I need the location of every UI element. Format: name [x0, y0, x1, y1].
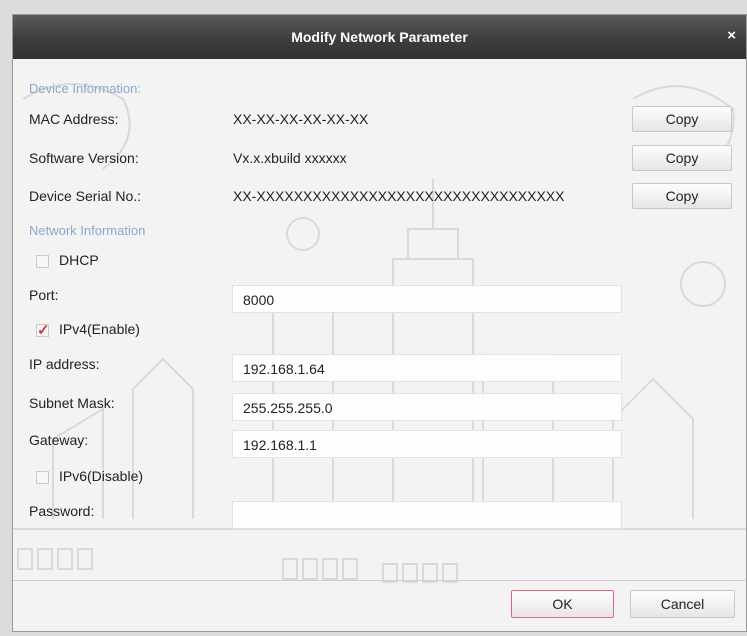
mac-address-label: MAC Address:: [29, 111, 119, 127]
modify-network-dialog: Modify Network Parameter × Device Inform…: [12, 14, 747, 632]
close-icon[interactable]: ×: [727, 27, 736, 44]
ip-address-label: IP address:: [29, 356, 100, 372]
device-serial-value: XX-XXXXXXXXXXXXXXXXXXXXXXXXXXXXXXXXX: [233, 188, 565, 204]
software-version-label: Software Version:: [29, 150, 139, 166]
port-input[interactable]: 8000: [232, 285, 622, 313]
mac-address-value: XX-XX-XX-XX-XX-XX: [233, 111, 369, 127]
password-input[interactable]: [232, 501, 622, 529]
network-info-section-label: Network Information: [29, 223, 146, 238]
ok-button[interactable]: OK: [511, 590, 614, 618]
gateway-input[interactable]: 192.168.1.1: [232, 430, 622, 458]
dhcp-checkbox[interactable]: [36, 255, 49, 268]
ipv6-disable-label: IPv6(Disable): [59, 468, 144, 484]
password-label: Password:: [29, 503, 95, 519]
device-info-section-label: Device Information:: [29, 81, 141, 96]
subnet-mask-label: Subnet Mask:: [29, 395, 115, 411]
copy-mac-button[interactable]: Copy: [632, 106, 732, 132]
dialog-title: Modify Network Parameter: [291, 29, 468, 45]
ipv6-disable-checkbox[interactable]: [36, 471, 49, 484]
copy-software-version-button[interactable]: Copy: [632, 145, 732, 171]
ipv4-enable-checkbox[interactable]: [36, 321, 50, 339]
gateway-label: Gateway:: [29, 432, 89, 448]
subnet-mask-input[interactable]: 255.255.255.0: [232, 393, 622, 421]
dhcp-label: DHCP: [59, 252, 99, 268]
copy-serial-button[interactable]: Copy: [632, 183, 732, 209]
button-area-divider: [13, 580, 746, 581]
cancel-button[interactable]: Cancel: [630, 590, 735, 618]
dialog-titlebar: Modify Network Parameter ×: [13, 15, 746, 59]
device-serial-label: Device Serial No.:: [29, 188, 142, 204]
port-label: Port:: [29, 287, 59, 303]
ipv4-enable-label: IPv4(Enable): [59, 321, 140, 337]
software-version-value: Vx.x.xbuild xxxxxx: [233, 150, 347, 166]
ip-address-input[interactable]: 192.168.1.64: [232, 354, 622, 382]
